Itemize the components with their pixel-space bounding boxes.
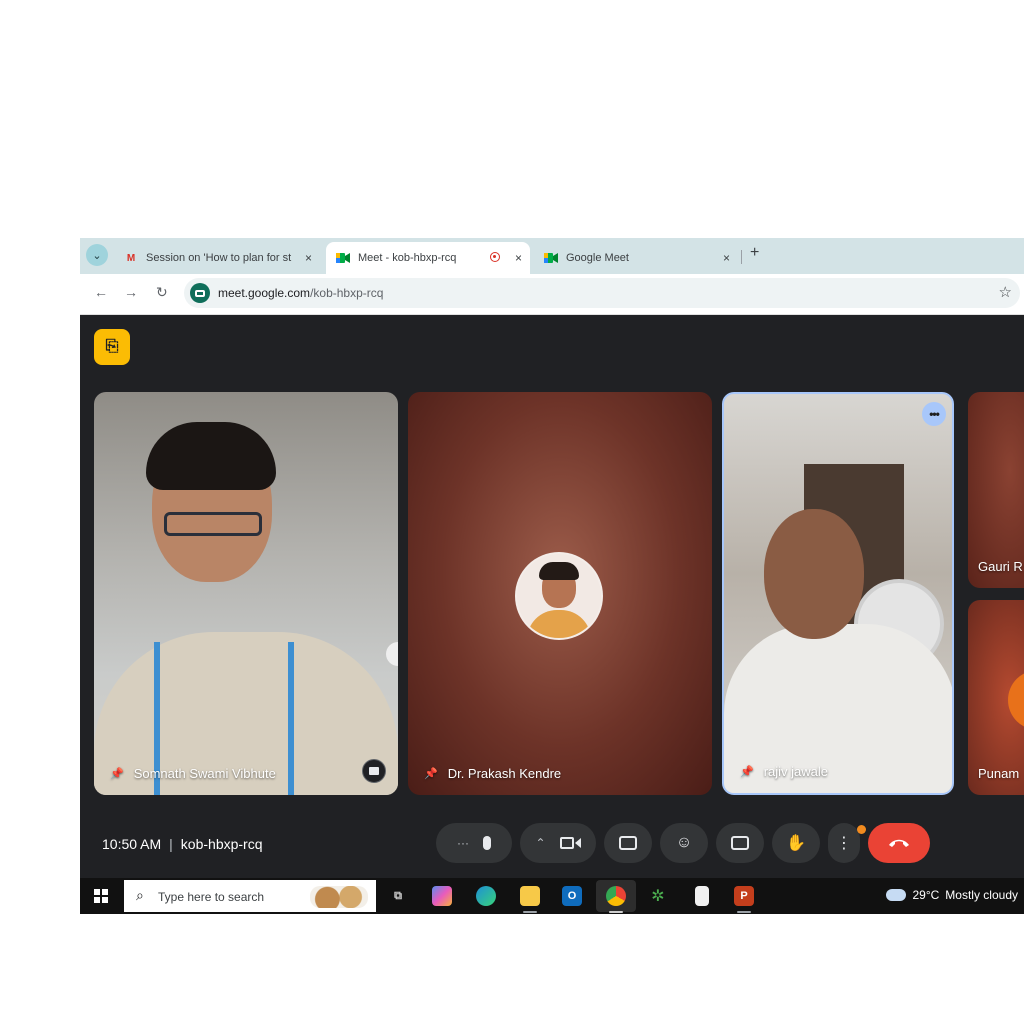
camera-button[interactable]: ⌃ [520, 823, 596, 863]
url-text: meet.google.com/kob-hbxp-rcq [218, 286, 384, 300]
meet-icon [336, 252, 350, 264]
reload-icon[interactable]: ↻ [156, 284, 168, 301]
search-highlight-image [310, 886, 368, 908]
participant-tile[interactable]: 📌 Dr. Prakash Kendre [408, 392, 712, 795]
site-info-icon[interactable] [190, 283, 210, 303]
microphone-button[interactable]: ··· [436, 823, 512, 863]
chevron-down-icon: ⌄ [92, 249, 102, 262]
reactions-button[interactable]: ☺ [660, 823, 708, 863]
vertical-dots-icon: ⋮ [836, 835, 852, 852]
participant-tile-active[interactable]: ••• 📌 rajiv jawale [722, 392, 954, 795]
bookmark-star-icon[interactable]: ☆ [999, 283, 1012, 301]
tab-google-meet[interactable]: Google Meet × [534, 242, 738, 274]
notepad-icon[interactable] [695, 886, 709, 906]
address-bar[interactable]: meet.google.com/kob-hbxp-rcq ☆ [184, 278, 1020, 308]
weather-condition: Mostly cloudy [945, 888, 1018, 902]
captions-icon [731, 836, 749, 850]
pin-icon[interactable]: 📌 [740, 765, 754, 778]
meeting-time: 10:50 AM [102, 836, 162, 852]
notification-dot [857, 825, 866, 834]
tab-separator [741, 250, 742, 264]
raise-hand-button[interactable]: ✋ [772, 823, 820, 863]
copilot-icon[interactable] [432, 886, 452, 906]
new-tab-button[interactable]: + [750, 244, 759, 262]
file-explorer-icon[interactable] [520, 886, 540, 906]
participant-name: 📌 Dr. Prakash Kendre [424, 766, 562, 781]
edge-icon[interactable] [476, 886, 496, 906]
search-placeholder: Type here to search [158, 890, 265, 904]
avatar [515, 552, 603, 640]
more-options-icon[interactable]: ••• [922, 402, 946, 426]
close-icon[interactable]: × [515, 251, 522, 265]
back-arrow-icon[interactable]: ← [94, 284, 108, 300]
participant-tile[interactable]: 📌 Somnath Swami Vibhute [94, 392, 398, 795]
weather-widget[interactable]: 29°C Mostly cloudy [883, 884, 1018, 902]
windows-start-icon[interactable] [94, 889, 108, 903]
close-icon[interactable]: × [305, 251, 312, 265]
participant-name: 📌 Somnath Swami Vibhute [110, 766, 276, 781]
forward-arrow-icon[interactable]: → [124, 284, 138, 300]
active-app-indicator [737, 911, 751, 913]
search-icon: ⌕ [136, 887, 144, 903]
cloud-sun-icon [883, 884, 907, 901]
outlook-icon[interactable]: O [562, 886, 582, 906]
tile-edge-handle [386, 642, 398, 666]
meet-icon [544, 252, 558, 264]
weather-temperature: 29°C [912, 888, 940, 902]
phone-hangup-icon [889, 839, 909, 847]
microphone-icon [483, 836, 491, 850]
powerpoint-icon[interactable]: P [734, 886, 754, 906]
pin-icon[interactable]: 📌 [110, 767, 124, 780]
browser-window: ⌄ M Session on 'How to plan for st × Mee… [80, 238, 1024, 914]
tab-title: Meet - kob-hbxp-rcq [358, 252, 457, 264]
close-icon[interactable]: × [723, 251, 730, 265]
chevron-up-icon[interactable]: ⌃ [535, 836, 545, 850]
participant-tile[interactable]: Gauri R [968, 392, 1024, 588]
browser-toolbar: ← → ↻ meet.google.com/kob-hbxp-rcq ☆ [80, 274, 1024, 315]
participant-name: Punam [978, 766, 1020, 781]
active-app-indicator [523, 911, 537, 913]
tab-title: Session on 'How to plan for st [146, 252, 292, 264]
participant-video [146, 422, 276, 490]
leave-call-button[interactable] [868, 823, 930, 863]
screen-share-icon[interactable] [362, 759, 386, 783]
avatar [1008, 670, 1024, 730]
tab-meet-active[interactable]: Meet - kob-hbxp-rcq × [326, 242, 530, 274]
hand-icon: ✋ [786, 835, 806, 852]
taskbar-search-box[interactable]: ⌕ Type here to search [124, 880, 376, 912]
windows-taskbar: ⌕ Type here to search ⧉ O ✲ P 29°C Mostl… [80, 878, 1024, 914]
participant-name: Gauri R [978, 559, 1023, 574]
participant-name: 📌 rajiv jawale [740, 764, 829, 779]
gmail-icon: M [126, 252, 136, 264]
breakout-door-icon[interactable]: ⎘ [94, 329, 130, 365]
camera-icon [559, 837, 574, 849]
meet-stage: ⎘ 📌 Somnath Swami Vibhute 📌 Dr. Prakash … [80, 315, 1024, 878]
meeting-info: 10:50 AM | kob-hbxp-rcq [102, 836, 263, 852]
present-screen-button[interactable] [604, 823, 652, 863]
active-app-indicator [609, 911, 623, 913]
more-options-button[interactable]: ⋮ [828, 823, 860, 863]
meeting-code[interactable]: kob-hbxp-rcq [181, 836, 263, 852]
participant-tile[interactable]: Punam [968, 600, 1024, 795]
captions-button[interactable] [716, 823, 764, 863]
tab-search-button[interactable]: ⌄ [86, 244, 108, 266]
pin-icon[interactable]: 📌 [424, 767, 438, 780]
present-icon [619, 836, 637, 850]
recording-icon [490, 252, 500, 262]
tab-strip: ⌄ M Session on 'How to plan for st × Mee… [80, 238, 1024, 274]
chrome-icon[interactable] [606, 886, 626, 906]
more-dots-icon[interactable]: ··· [457, 836, 469, 850]
task-view-icon[interactable]: ⧉ [388, 886, 408, 906]
participant-video [764, 509, 864, 639]
tab-title: Google Meet [566, 252, 629, 264]
leaf-app-icon[interactable]: ✲ [648, 886, 668, 906]
participant-video [164, 512, 262, 536]
tab-gmail-session[interactable]: M Session on 'How to plan for st × [114, 242, 320, 274]
emoji-icon: ☺ [675, 834, 693, 851]
